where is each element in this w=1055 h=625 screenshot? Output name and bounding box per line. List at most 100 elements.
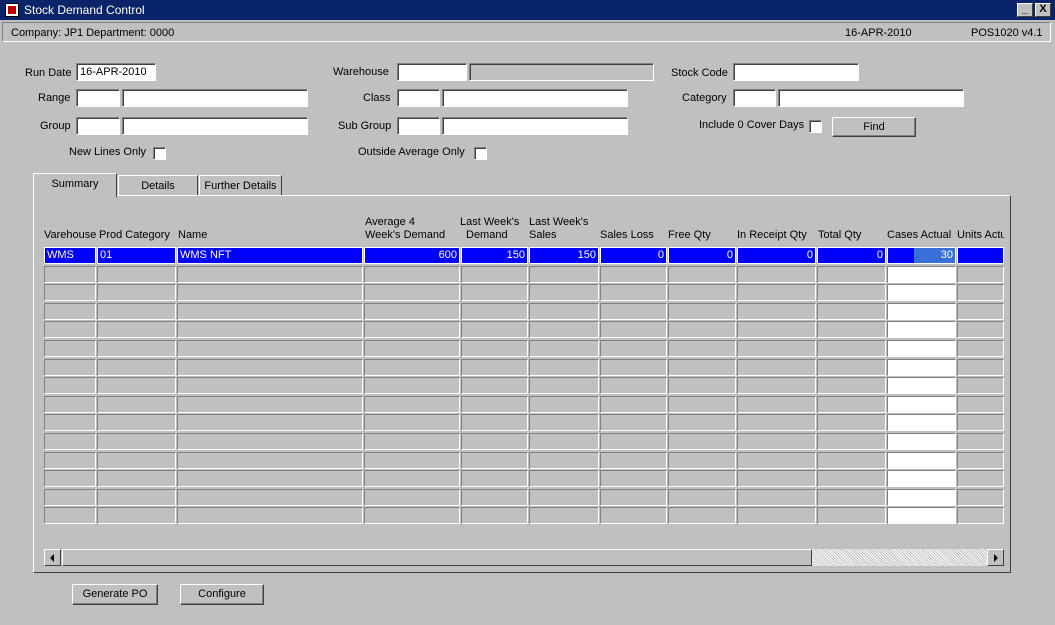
grid-cell[interactable] bbox=[668, 340, 736, 357]
grid-cell[interactable] bbox=[97, 507, 176, 524]
grid-cell[interactable] bbox=[957, 470, 1004, 487]
generate-po-button[interactable]: Generate PO bbox=[72, 584, 158, 605]
grid-cell[interactable] bbox=[177, 489, 363, 506]
grid-cell[interactable] bbox=[177, 284, 363, 301]
grid-cell[interactable] bbox=[364, 414, 460, 431]
grid-cell[interactable] bbox=[957, 284, 1004, 301]
run-date-field[interactable]: 16-APR-2010 bbox=[76, 63, 156, 81]
grid-cell[interactable] bbox=[177, 414, 363, 431]
grid-cell[interactable] bbox=[529, 489, 599, 506]
grid-cell[interactable] bbox=[529, 321, 599, 338]
grid-cell[interactable] bbox=[44, 470, 96, 487]
grid-cell[interactable] bbox=[461, 507, 528, 524]
grid-cell[interactable] bbox=[817, 377, 886, 394]
row1-name-cell[interactable]: WMS NFT bbox=[177, 247, 363, 264]
grid-cell[interactable] bbox=[737, 284, 816, 301]
row1-warehouse-cell[interactable]: WMS bbox=[44, 247, 96, 264]
grid-cell[interactable] bbox=[957, 507, 1004, 524]
grid-cell[interactable] bbox=[737, 359, 816, 376]
grid-cell[interactable] bbox=[737, 377, 816, 394]
grid-cell[interactable] bbox=[957, 321, 1004, 338]
grid-cell[interactable] bbox=[600, 359, 667, 376]
horizontal-scrollbar[interactable] bbox=[44, 549, 1004, 566]
grid-cell[interactable] bbox=[668, 452, 736, 469]
grid-cell[interactable] bbox=[44, 303, 96, 320]
grid-cell[interactable] bbox=[44, 266, 96, 283]
grid-cell[interactable] bbox=[44, 452, 96, 469]
row1-lwd-cell[interactable]: 150 bbox=[461, 247, 528, 264]
grid-cell[interactable] bbox=[364, 433, 460, 450]
tab-summary[interactable]: Summary bbox=[33, 173, 117, 197]
close-button[interactable]: X bbox=[1035, 3, 1051, 17]
grid-cell[interactable] bbox=[461, 359, 528, 376]
scroll-track[interactable] bbox=[812, 549, 987, 566]
sub-group-code-field[interactable] bbox=[397, 117, 440, 135]
grid-cell[interactable] bbox=[44, 321, 96, 338]
grid-cell[interactable] bbox=[817, 266, 886, 283]
grid-cell[interactable] bbox=[737, 266, 816, 283]
grid-cell[interactable] bbox=[529, 414, 599, 431]
grid-cell[interactable] bbox=[957, 266, 1004, 283]
grid-cell[interactable] bbox=[44, 377, 96, 394]
group-code-field[interactable] bbox=[76, 117, 120, 135]
grid-cell[interactable] bbox=[668, 507, 736, 524]
grid-cell[interactable] bbox=[600, 284, 667, 301]
grid-cell[interactable] bbox=[97, 266, 176, 283]
row1-avg4-cell[interactable]: 600 bbox=[364, 247, 460, 264]
grid-cell[interactable] bbox=[600, 414, 667, 431]
grid-cell[interactable] bbox=[364, 452, 460, 469]
grid-cell[interactable] bbox=[737, 321, 816, 338]
sub-group-desc-field[interactable] bbox=[442, 117, 628, 135]
grid-cell[interactable] bbox=[44, 414, 96, 431]
grid-cell[interactable] bbox=[529, 507, 599, 524]
grid-cell[interactable] bbox=[461, 266, 528, 283]
grid-cell[interactable] bbox=[817, 284, 886, 301]
grid-cell[interactable] bbox=[668, 377, 736, 394]
grid-cell[interactable] bbox=[529, 284, 599, 301]
grid-cell[interactable] bbox=[97, 321, 176, 338]
grid-cell[interactable] bbox=[177, 340, 363, 357]
class-desc-field[interactable] bbox=[442, 89, 628, 107]
grid-cell[interactable] bbox=[97, 303, 176, 320]
grid-cell[interactable] bbox=[364, 340, 460, 357]
group-desc-field[interactable] bbox=[122, 117, 308, 135]
grid-cell[interactable] bbox=[177, 321, 363, 338]
grid-cell[interactable] bbox=[817, 340, 886, 357]
grid-cell[interactable] bbox=[887, 284, 956, 301]
grid-cell[interactable] bbox=[97, 433, 176, 450]
range-desc-field[interactable] bbox=[122, 89, 308, 107]
grid-cell[interactable] bbox=[957, 340, 1004, 357]
grid-cell[interactable] bbox=[668, 396, 736, 413]
grid-cell[interactable] bbox=[364, 507, 460, 524]
row1-total-qty-cell[interactable]: 0 bbox=[817, 247, 886, 264]
grid-cell[interactable] bbox=[600, 377, 667, 394]
row1-in-receipt-qty-cell[interactable]: 0 bbox=[737, 247, 816, 264]
grid-cell[interactable] bbox=[887, 396, 956, 413]
grid-cell[interactable] bbox=[461, 396, 528, 413]
grid-cell[interactable] bbox=[600, 396, 667, 413]
grid-cell[interactable] bbox=[887, 414, 956, 431]
scroll-thumb[interactable] bbox=[62, 549, 812, 566]
include-zero-cover-days-checkbox[interactable] bbox=[809, 120, 822, 133]
grid-cell[interactable] bbox=[461, 489, 528, 506]
grid-cell[interactable] bbox=[957, 452, 1004, 469]
grid-cell[interactable] bbox=[97, 377, 176, 394]
grid-cell[interactable] bbox=[817, 507, 886, 524]
grid-cell[interactable] bbox=[737, 507, 816, 524]
grid-cell[interactable] bbox=[461, 340, 528, 357]
grid-cell[interactable] bbox=[600, 489, 667, 506]
grid-cell[interactable] bbox=[668, 470, 736, 487]
row1-sales-loss-cell[interactable]: 0 bbox=[600, 247, 667, 264]
find-button[interactable]: Find bbox=[832, 117, 916, 137]
grid-cell[interactable] bbox=[817, 433, 886, 450]
stock-code-field[interactable] bbox=[733, 63, 859, 81]
grid-cell[interactable] bbox=[737, 303, 816, 320]
grid-cell[interactable] bbox=[600, 303, 667, 320]
grid-cell[interactable] bbox=[668, 414, 736, 431]
class-code-field[interactable] bbox=[397, 89, 440, 107]
grid-cell[interactable] bbox=[887, 321, 956, 338]
grid-cell[interactable] bbox=[668, 321, 736, 338]
grid-cell[interactable] bbox=[817, 489, 886, 506]
grid-cell[interactable] bbox=[461, 303, 528, 320]
grid-cell[interactable] bbox=[529, 452, 599, 469]
